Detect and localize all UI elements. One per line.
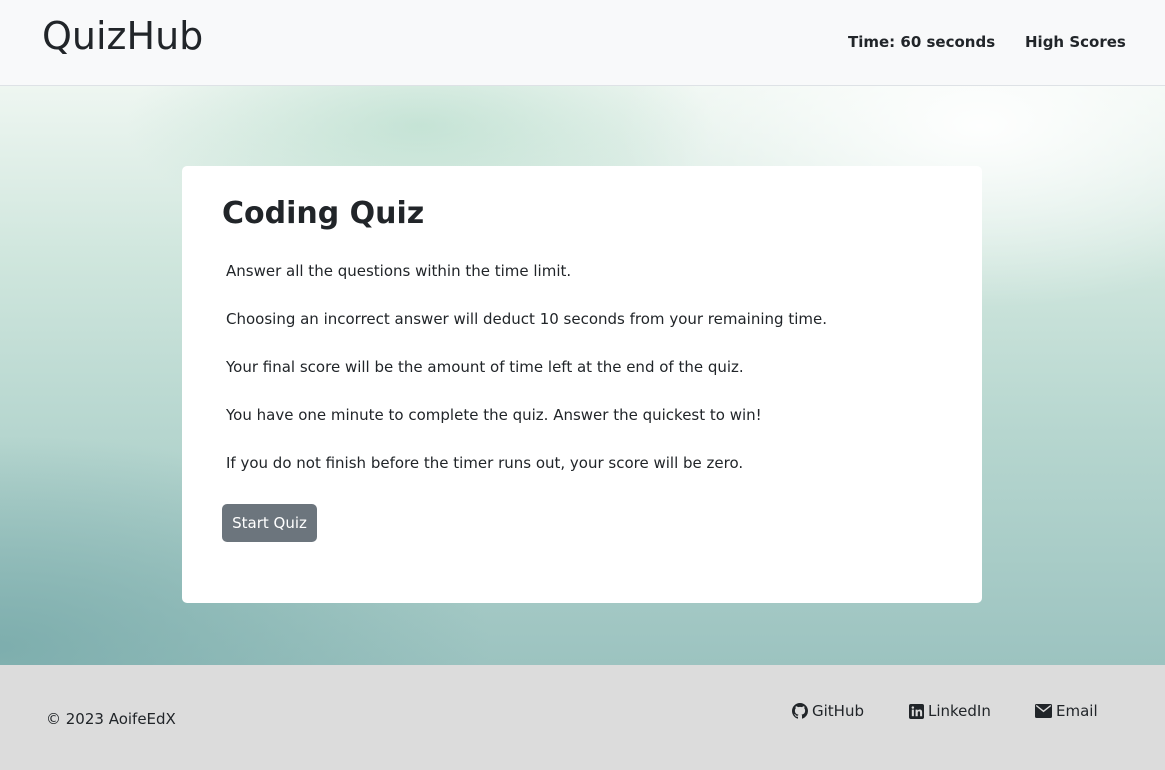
rule-text: Choosing an incorrect answer will deduct…: [226, 310, 827, 328]
linkedin-link[interactable]: LinkedIn: [909, 702, 991, 720]
timer-display: Time: 60 seconds: [848, 33, 996, 51]
rule-text: You have one minute to complete the quiz…: [226, 406, 762, 424]
quiz-intro-card: Coding Quiz Answer all the questions wit…: [182, 166, 982, 603]
high-scores-link[interactable]: High Scores: [1025, 33, 1126, 51]
rule-text: If you do not finish before the timer ru…: [226, 454, 744, 472]
email-link[interactable]: Email: [1035, 702, 1098, 720]
quiz-title: Coding Quiz: [222, 196, 425, 231]
rule-text: Your final score will be the amount of t…: [226, 358, 744, 376]
copyright-text: © 2023 AoifeEdX: [46, 710, 176, 728]
footer: © 2023 AoifeEdX GitHub LinkedIn Email: [0, 665, 1165, 770]
linkedin-label: LinkedIn: [928, 702, 991, 720]
navbar: QuizHub Time: 60 seconds High Scores: [0, 0, 1165, 86]
linkedin-icon: [909, 703, 924, 719]
github-label: GitHub: [812, 702, 864, 720]
brand-logo[interactable]: QuizHub: [42, 14, 203, 58]
envelope-icon: [1035, 704, 1052, 718]
email-label: Email: [1056, 702, 1098, 720]
github-icon: [792, 703, 808, 719]
rule-text: Answer all the questions within the time…: [226, 262, 572, 280]
github-link[interactable]: GitHub: [792, 702, 864, 720]
start-quiz-button[interactable]: Start Quiz: [222, 504, 317, 542]
